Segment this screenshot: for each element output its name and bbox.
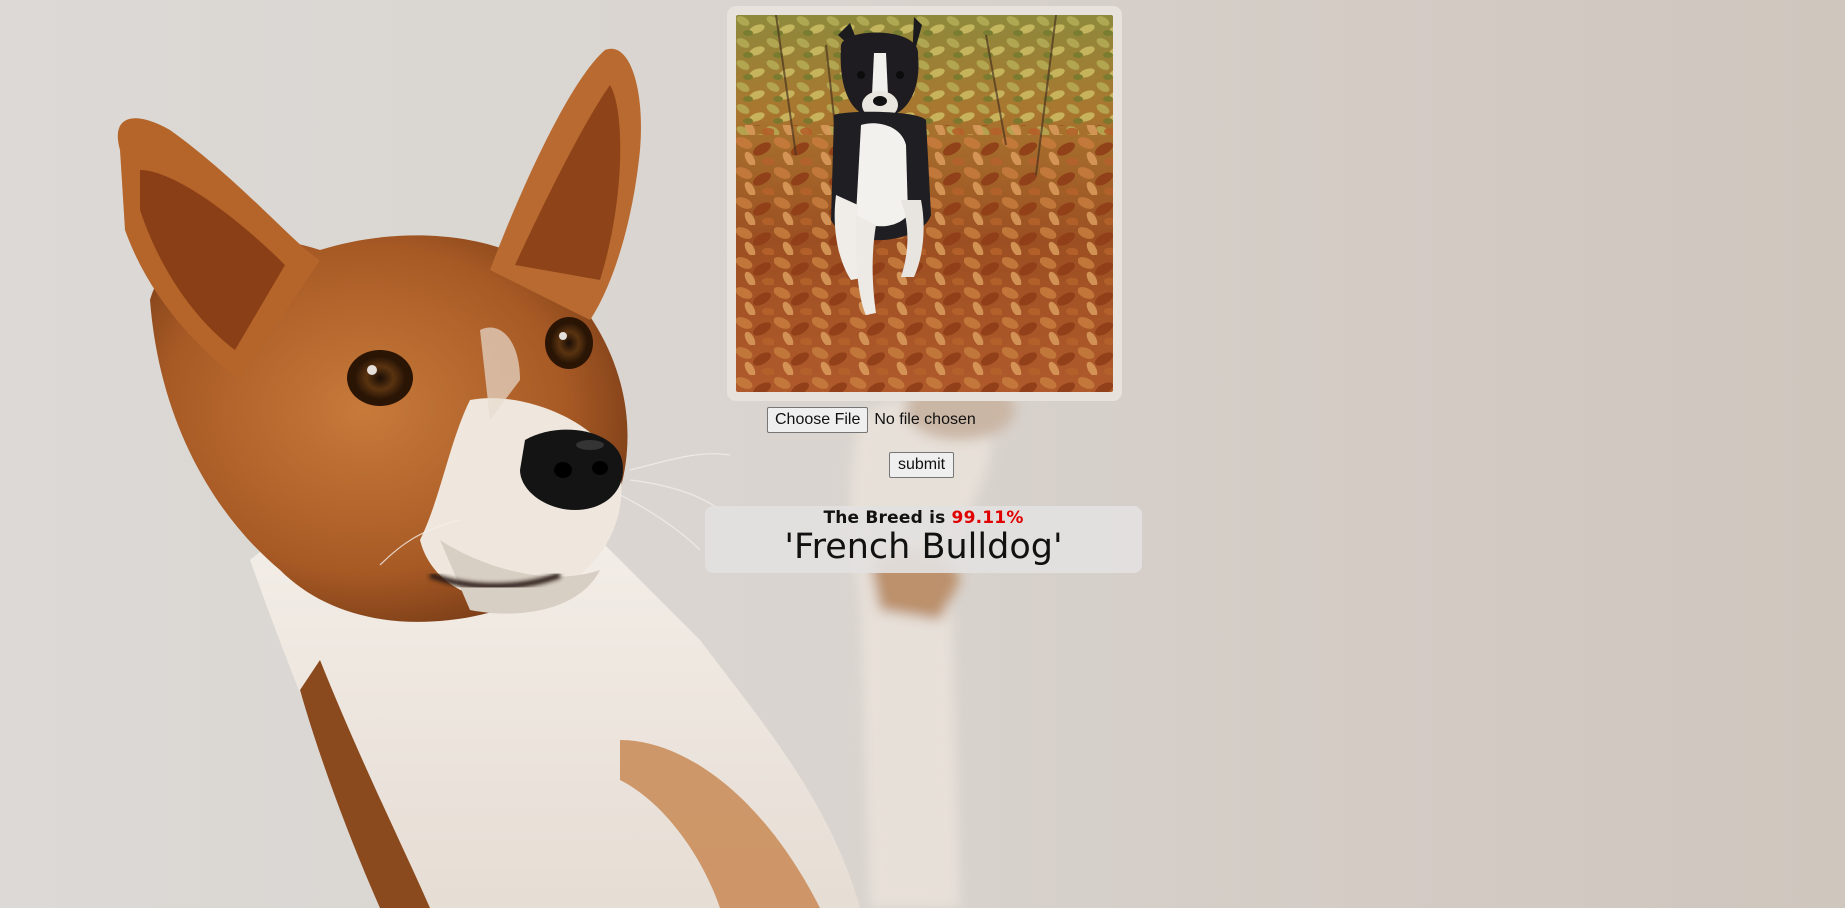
confidence-value: 99.11% xyxy=(951,508,1024,528)
uploaded-image-frame xyxy=(727,6,1122,401)
file-upload-control[interactable]: Choose File No file chosen xyxy=(767,406,976,433)
predicted-breed: 'French Bulldog' xyxy=(784,527,1063,567)
submit-button[interactable]: submit xyxy=(889,452,955,478)
result-header: The Breed is 99.11% xyxy=(705,508,1142,528)
file-status-text: No file chosen xyxy=(874,410,976,428)
prediction-result-panel: The Breed is 99.11% 'French Bulldog' xyxy=(705,506,1142,573)
uploaded-dog-photo xyxy=(736,15,1113,392)
result-prefix: The Breed is xyxy=(823,508,946,528)
choose-file-button[interactable]: Choose File xyxy=(767,406,869,433)
